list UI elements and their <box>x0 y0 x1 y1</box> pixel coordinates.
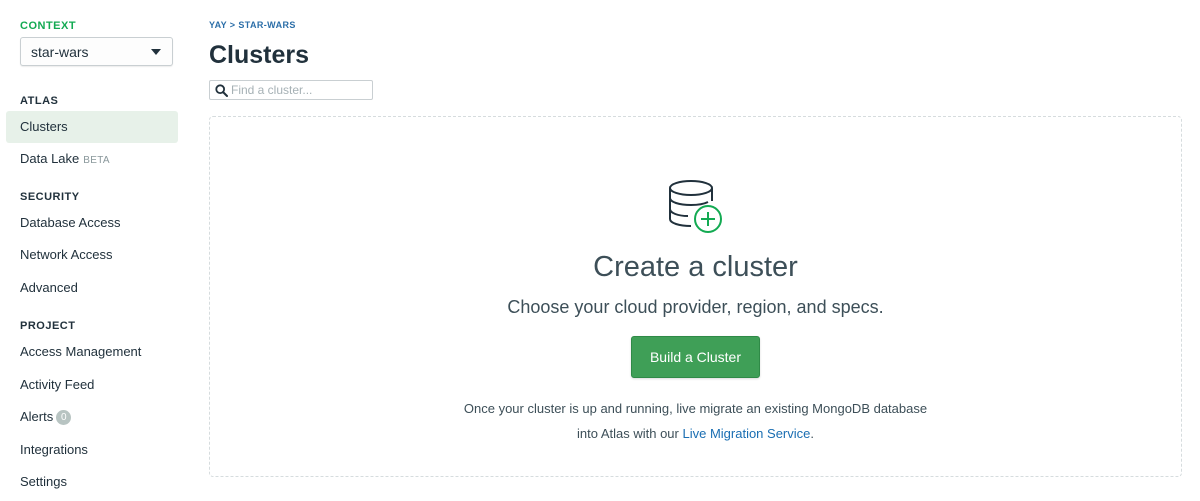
context-value: star-wars <box>31 44 89 60</box>
sidebar-item-label: Clusters <box>20 119 68 134</box>
sidebar-item-label: Database Access <box>20 215 121 230</box>
app: CONTEXT star-wars ATLAS Clusters Data La… <box>0 0 1200 501</box>
database-plus-icon <box>669 180 722 233</box>
sidebar-item-label: Integrations <box>20 442 88 457</box>
sidebar-item-integrations[interactable]: Integrations <box>6 434 178 466</box>
migration-note-prefix: into Atlas with our <box>576 426 683 441</box>
sidebar-item-activity-feed[interactable]: Activity Feed <box>6 369 178 401</box>
cluster-search[interactable] <box>209 80 373 100</box>
sidebar-item-alerts[interactable]: Alerts 0 <box>6 401 178 433</box>
sidebar-item-database-access[interactable]: Database Access <box>6 207 178 239</box>
beta-badge: BETA <box>83 155 110 166</box>
migration-note: Once your cluster is up and running, liv… <box>210 396 1181 446</box>
sidebar-item-label: Settings <box>20 474 67 489</box>
empty-state-panel: Create a cluster Choose your cloud provi… <box>209 116 1182 477</box>
sidebar-item-label: Data Lake <box>20 151 80 166</box>
section-security: SECURITY <box>20 191 80 203</box>
empty-state-subtitle: Choose your cloud provider, region, and … <box>507 297 884 317</box>
sidebar-item-advanced[interactable]: Advanced <box>6 272 178 304</box>
context-select[interactable]: star-wars <box>20 37 173 66</box>
sidebar-item-label: Network Access <box>20 247 113 262</box>
empty-state-title: Create a cluster <box>593 251 798 283</box>
breadcrumb[interactable]: YAY > STAR-WARS <box>209 20 296 30</box>
live-migration-link[interactable]: Live Migration Service <box>682 426 810 441</box>
migration-note-suffix: . <box>810 426 814 441</box>
sidebar-item-label: Access Management <box>20 344 142 359</box>
caret-down-icon <box>151 49 161 55</box>
migration-note-line1: Once your cluster is up and running, liv… <box>463 401 928 416</box>
sidebar-item-label: Alerts <box>20 409 54 424</box>
sidebar-item-label: Advanced <box>20 280 78 295</box>
section-atlas: ATLAS <box>20 95 59 107</box>
search-icon <box>215 84 228 97</box>
sidebar-item-label: Activity Feed <box>20 377 95 392</box>
page-title: Clusters <box>209 41 310 69</box>
alerts-count-badge: 0 <box>56 410 72 425</box>
build-cluster-button[interactable]: Build a Cluster <box>631 336 760 378</box>
sidebar-item-access-management[interactable]: Access Management <box>6 336 178 368</box>
sidebar-item-settings[interactable]: Settings <box>6 466 178 498</box>
sidebar: CONTEXT star-wars ATLAS Clusters Data La… <box>0 0 190 501</box>
sidebar-item-data-lake[interactable]: Data Lake BETA <box>6 143 178 175</box>
sidebar-item-network-access[interactable]: Network Access <box>6 239 178 271</box>
sidebar-item-clusters[interactable]: Clusters <box>6 111 178 143</box>
context-label: CONTEXT <box>20 20 77 32</box>
search-input[interactable] <box>231 82 369 98</box>
section-project: PROJECT <box>20 320 76 332</box>
migration-note-line2: into Atlas with our Live Migration Servi… <box>210 421 1181 446</box>
